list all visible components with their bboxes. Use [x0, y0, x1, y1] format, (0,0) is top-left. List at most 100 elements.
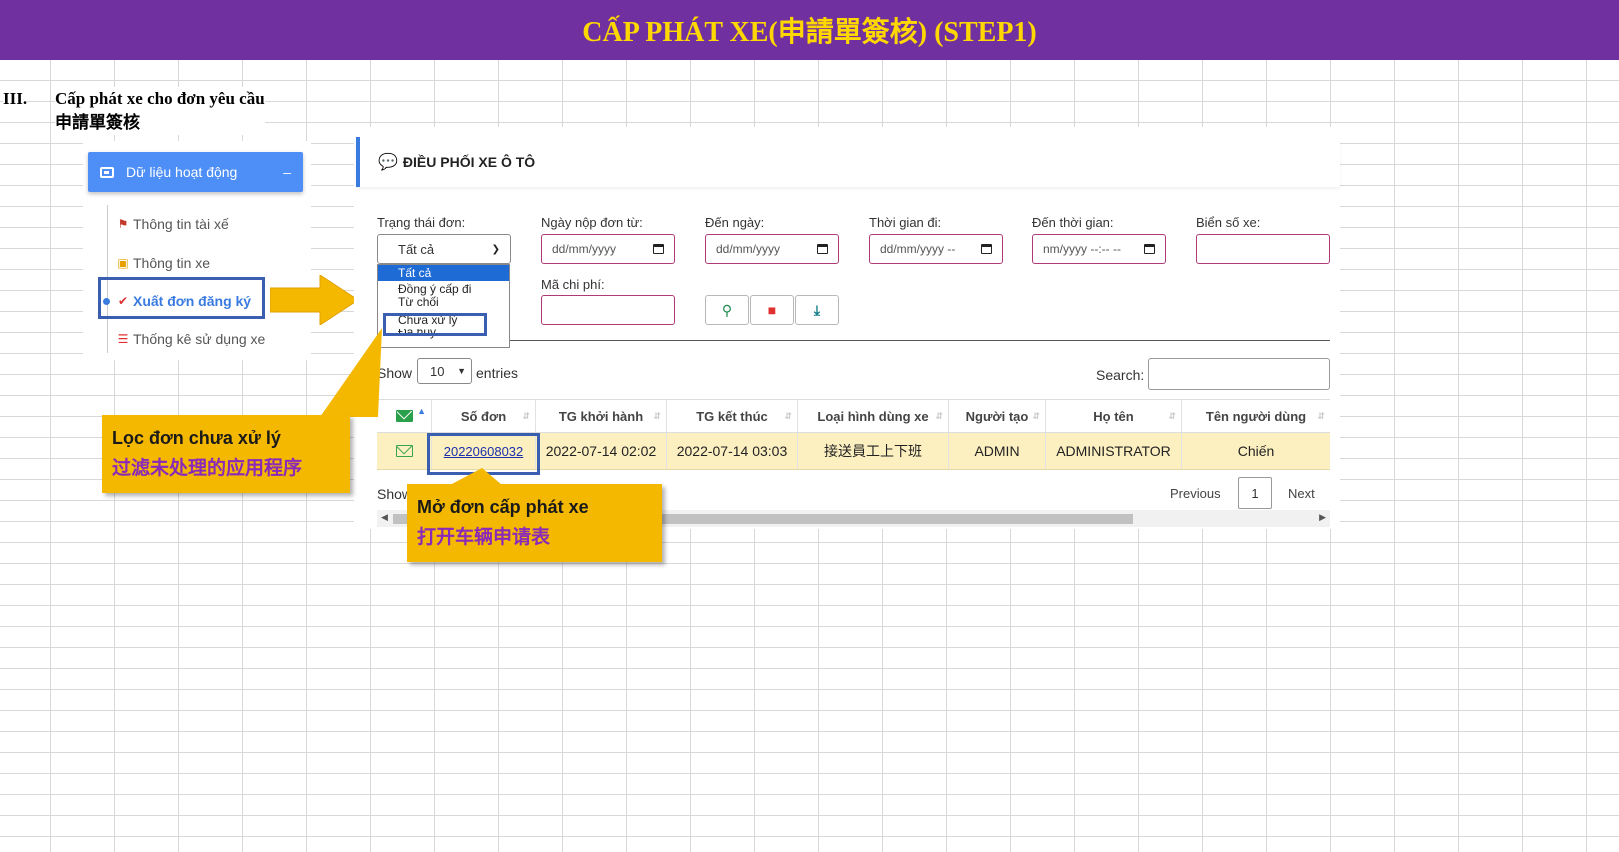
sort-icon: ⇵ — [522, 410, 530, 421]
list-icon: ☰ — [117, 332, 129, 346]
sidebar-item-label: Thông tin tài xế — [133, 216, 229, 232]
sidebar-item-usage-stats[interactable]: ☰ Thống kê sử dụng xe — [116, 331, 266, 347]
callout-filter: Lọc đơn chưa xử lý 过滤未处理的应用程序 — [102, 415, 350, 493]
status-select[interactable]: Tất cả ❯ — [377, 234, 511, 264]
envelope-icon[interactable] — [395, 445, 413, 457]
plate-label: Biển số xe: — [1196, 215, 1261, 230]
date-to-label: Đến ngày: — [705, 215, 765, 230]
envelope-icon — [395, 410, 413, 422]
next-button[interactable]: Next — [1288, 486, 1315, 501]
chat-dollar-icon: 💬 — [378, 154, 398, 171]
callout-pointer — [450, 468, 502, 485]
collapse-icon[interactable]: – — [283, 164, 291, 180]
column-header-creator[interactable]: Người tạo ⇵ — [949, 400, 1046, 432]
sidebar-item-label: Xuất đơn đăng ký — [133, 293, 252, 309]
check-icon: ✔ — [117, 294, 129, 308]
calendar-icon[interactable] — [981, 244, 992, 254]
scroll-right-icon[interactable]: ▶ — [1319, 512, 1326, 523]
sidebar-header[interactable]: Dữ liệu hoạt động – — [88, 152, 303, 192]
status-select-value: Tất cả — [398, 241, 435, 257]
search-icon: ⚲ — [721, 301, 733, 318]
plate-field[interactable] — [1196, 234, 1330, 264]
filter-divider — [377, 340, 1330, 341]
cell-usage-type: 接送員工上下班 — [798, 433, 949, 469]
sort-icon: ⇵ — [1032, 410, 1040, 421]
table-header: ▲ Số đơn ⇵ TG khởi hành ⇵ TG kết thúc ⇵ Loạ… — [377, 399, 1330, 433]
entries-value: 10 — [430, 363, 445, 379]
callout-open-zh: 打开车辆申请表 — [417, 527, 551, 548]
time-from-field[interactable]: dd/mm/yyyy -- — [869, 234, 1003, 264]
highlight-box-pending — [383, 313, 487, 336]
callout-pointer — [320, 328, 382, 417]
page-1-button[interactable]: 1 — [1238, 477, 1272, 509]
sidebar-item-export-form[interactable]: ✔ Xuất đơn đăng ký — [116, 293, 251, 309]
title-banner: CẤP PHÁT XE(申請單簽核) (STEP1) — [0, 0, 1619, 60]
date-from-label: Ngày nộp đơn từ: — [541, 215, 643, 230]
previous-button[interactable]: Previous — [1170, 486, 1221, 501]
calendar-icon[interactable] — [1144, 244, 1155, 254]
cell-creator: ADMIN — [949, 433, 1046, 469]
time-to-label: Đến thời gian: — [1032, 215, 1114, 230]
entries-select[interactable]: 10 ▼ — [417, 358, 472, 384]
section-title-vi: Cấp phát xe cho đơn yêu cầu — [55, 89, 265, 108]
sidebar-item-vehicle[interactable]: ▣ Thông tin xe — [116, 255, 210, 271]
callout-filter-vi: Lọc đơn chưa xử lý — [112, 428, 281, 448]
cell-departure: 2022-07-14 02:02 — [536, 433, 667, 469]
sort-icon: ⇵ — [1168, 410, 1176, 421]
callout-open-form: Mở đơn cấp phát xe 打开车辆申请表 — [407, 484, 662, 562]
banner-title: CẤP PHÁT XE(申請單簽核) (STEP1) — [582, 17, 1037, 48]
export-button[interactable]: ⤓ — [795, 295, 839, 325]
entries-label: entries — [476, 365, 519, 381]
calendar-icon[interactable] — [653, 244, 664, 254]
chevron-down-icon: ▼ — [457, 366, 466, 376]
column-header-so-don[interactable]: Số đơn ⇵ — [432, 400, 536, 432]
panel-title: ĐIỀU PHỐI XE Ô TÔ — [402, 154, 536, 170]
sort-icon: ⇵ — [653, 410, 661, 421]
column-header-end[interactable]: TG kết thúc ⇵ — [667, 400, 798, 432]
cell-user-name: Chiến — [1237, 443, 1275, 459]
cell-end: 2022-07-14 03:03 — [667, 433, 798, 469]
calendar-icon[interactable] — [817, 244, 828, 254]
panel-header: 💬 ĐIỀU PHỐI XE Ô TÔ — [356, 137, 1340, 187]
time-to-placeholder: nm/yyyy --:-- -- — [1043, 242, 1121, 256]
time-to-field[interactable]: nm/yyyy --:-- -- — [1032, 234, 1166, 264]
delete-button[interactable]: ■ — [750, 295, 794, 325]
chevron-down-icon: ❯ — [491, 243, 500, 255]
driver-icon: ⚑ — [117, 217, 129, 231]
column-header-user-name[interactable]: Tên người dùng ⇵ — [1182, 400, 1330, 432]
time-from-placeholder: dd/mm/yyyy -- — [880, 242, 956, 256]
bus-icon: ▣ — [117, 256, 129, 270]
cell-mail[interactable] — [377, 433, 432, 469]
sort-icon: ⇵ — [784, 410, 792, 421]
status-option-rejected[interactable]: Từ chối — [378, 296, 509, 311]
sort-icon: ⇵ — [1317, 410, 1325, 421]
date-to-placeholder: dd/mm/yyyy — [716, 242, 781, 256]
column-header-departure[interactable]: TG khởi hành ⇵ — [536, 400, 667, 432]
section-number: III. — [3, 89, 28, 109]
cost-label: Mã chi phí: — [541, 277, 605, 292]
status-option-all[interactable]: Tất cả — [378, 265, 509, 281]
search-input[interactable] — [1148, 358, 1330, 390]
section-title-zh: 申請單簽核 — [55, 113, 140, 132]
search-button[interactable]: ⚲ — [705, 295, 749, 325]
callout-filter-zh: 过滤未处理的应用程序 — [112, 458, 303, 479]
time-from-label: Thời gian đi: — [869, 215, 942, 230]
search-label: Search: — [1096, 367, 1145, 383]
id-card-icon — [100, 166, 114, 178]
trash-icon: ■ — [767, 302, 777, 318]
column-header-usage-type[interactable]: Loại hình dùng xe ⇵ — [798, 400, 949, 432]
sort-asc-icon: ▲ — [417, 406, 426, 416]
date-from-placeholder: dd/mm/yyyy — [552, 242, 617, 256]
cost-code-field[interactable] — [541, 295, 675, 325]
callout-open-vi: Mở đơn cấp phát xe — [417, 497, 589, 517]
arrow-right-icon — [270, 275, 358, 325]
sidebar-item-label: Thông tin xe — [133, 255, 211, 271]
column-header-full-name[interactable]: Họ tên ⇵ — [1046, 400, 1182, 432]
sort-icon: ⇵ — [935, 410, 943, 421]
date-from-field[interactable]: dd/mm/yyyy — [541, 234, 675, 264]
sidebar-item-driver[interactable]: ⚑ Thông tin tài xế — [116, 216, 229, 232]
scroll-left-icon[interactable]: ◀ — [381, 512, 388, 523]
cell-full-name: ADMINISTRATOR — [1046, 433, 1182, 469]
date-to-field[interactable]: dd/mm/yyyy — [705, 234, 839, 264]
download-icon: ⤓ — [813, 301, 821, 318]
